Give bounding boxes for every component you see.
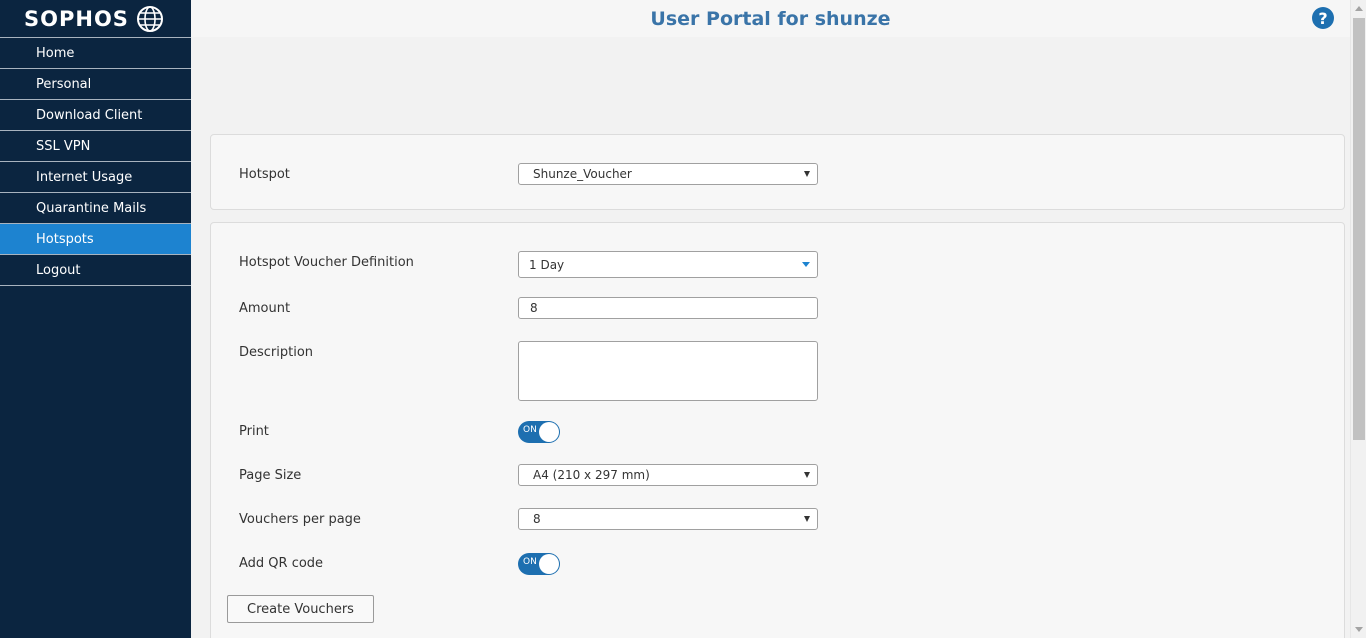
amount-input[interactable]: 8 [518, 297, 818, 319]
sidebar-item-download-client[interactable]: Download Client [0, 100, 191, 131]
amount-label: Amount [239, 301, 291, 316]
toggle-knob [539, 554, 559, 574]
sophos-logo[interactable]: SOPHOS [0, 0, 191, 37]
print-toggle-state: ON [523, 425, 537, 435]
create-vouchers-button[interactable]: Create Vouchers [227, 595, 374, 623]
header: User Portal for shunze ? [191, 0, 1350, 37]
print-toggle[interactable]: ON [518, 421, 560, 443]
chevron-down-icon [804, 516, 810, 522]
hotspot-select[interactable]: Shunze_Voucher [518, 163, 818, 185]
print-label: Print [239, 424, 269, 439]
vouchers-per-page-label: Vouchers per page [239, 512, 361, 527]
hotspot-panel: Hotspot Shunze_Voucher [210, 134, 1345, 210]
qr-code-label: Add QR code [239, 556, 324, 571]
chevron-down-icon [804, 472, 810, 478]
voucher-panel: Hotspot Voucher Definition 1 Day Amount … [210, 222, 1345, 638]
help-icon[interactable]: ? [1312, 7, 1334, 29]
description-textarea[interactable] [518, 341, 818, 401]
scroll-up-icon[interactable] [1355, 6, 1363, 11]
page-scrollbar[interactable] [1350, 0, 1366, 638]
chevron-down-icon [804, 171, 810, 177]
vouchers-per-page-value: 8 [533, 512, 541, 526]
sidebar-item-personal[interactable]: Personal [0, 69, 191, 100]
sidebar-item-internet-usage[interactable]: Internet Usage [0, 162, 191, 193]
sidebar: SOPHOS Home Personal Download Client SSL… [0, 0, 191, 638]
qr-toggle-state: ON [523, 557, 537, 567]
page-size-select[interactable]: A4 (210 x 297 mm) [518, 464, 818, 486]
scroll-down-icon[interactable] [1355, 627, 1363, 632]
hotspot-select-value: Shunze_Voucher [533, 167, 632, 181]
page-size-label: Page Size [239, 468, 302, 483]
chevron-down-icon [802, 262, 810, 267]
toggle-knob [539, 422, 559, 442]
globe-icon [136, 5, 163, 32]
sidebar-item-quarantine-mails[interactable]: Quarantine Mails [0, 193, 191, 224]
page-title: User Portal for shunze [650, 7, 891, 30]
voucher-definition-select[interactable]: 1 Day [518, 251, 818, 278]
brand-name: SOPHOS [24, 6, 129, 31]
vouchers-per-page-select[interactable]: 8 [518, 508, 818, 530]
voucher-definition-label: Hotspot Voucher Definition [239, 255, 414, 270]
hotspot-label: Hotspot [239, 167, 290, 182]
sidebar-item-home[interactable]: Home [0, 38, 191, 69]
sidebar-item-ssl-vpn[interactable]: SSL VPN [0, 131, 191, 162]
description-label: Description [239, 345, 314, 360]
voucher-definition-value: 1 Day [529, 257, 565, 272]
sidebar-item-logout[interactable]: Logout [0, 255, 191, 286]
page-size-value: A4 (210 x 297 mm) [533, 468, 650, 482]
qr-code-toggle[interactable]: ON [518, 553, 560, 575]
scroll-thumb[interactable] [1353, 18, 1365, 440]
sidebar-item-hotspots[interactable]: Hotspots [0, 224, 191, 255]
sidebar-nav: Home Personal Download Client SSL VPN In… [0, 37, 191, 286]
